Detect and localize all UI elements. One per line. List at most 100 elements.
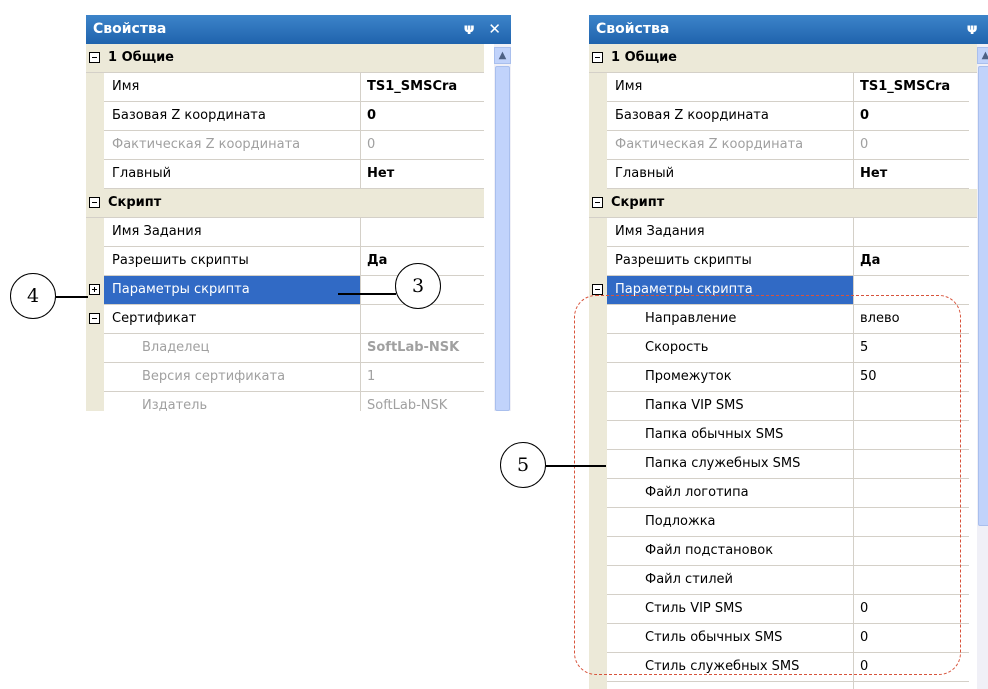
- property-row[interactable]: Имя Задания: [589, 218, 988, 247]
- property-name: Разрешить скрипты: [104, 247, 361, 276]
- property-row[interactable]: Базовая Z координата 0: [86, 102, 484, 131]
- scroll-thumb[interactable]: [495, 66, 510, 411]
- property-name: Имя Задания: [104, 218, 361, 247]
- property-row[interactable]: Базовая Z координата 0: [589, 102, 988, 131]
- row-gutter: [589, 247, 607, 276]
- category-row[interactable]: Скрипт: [589, 189, 988, 218]
- property-value[interactable]: [854, 218, 969, 247]
- property-name: Имя Задания: [607, 218, 854, 247]
- property-value[interactable]: TS1_SMSCra: [854, 73, 969, 102]
- property-row[interactable]: Сертификат: [589, 682, 988, 689]
- property-row[interactable]: Владелец SoftLab-NSK: [86, 334, 484, 363]
- collapse-icon[interactable]: [89, 52, 100, 63]
- property-value[interactable]: [854, 682, 969, 689]
- pin-icon[interactable]: ᴪ: [966, 15, 978, 44]
- property-value[interactable]: Нет: [854, 160, 969, 189]
- property-row[interactable]: Главный Нет: [589, 160, 988, 189]
- property-name: Имя: [104, 73, 361, 102]
- property-row[interactable]: Фактическая Z координата 0: [86, 131, 484, 160]
- property-value[interactable]: [361, 305, 484, 334]
- callout-3: 3: [395, 263, 441, 309]
- category-label: 1 Общие: [611, 50, 677, 65]
- property-name: Владелец: [104, 334, 361, 363]
- row-gutter: [589, 160, 607, 189]
- collapse-icon[interactable]: [592, 197, 603, 208]
- collapse-icon[interactable]: [89, 197, 100, 208]
- property-value[interactable]: Да: [854, 247, 969, 276]
- category-label: 1 Общие: [108, 50, 174, 65]
- callout-line-5: [546, 465, 606, 467]
- row-gutter: [86, 247, 104, 276]
- pin-icon[interactable]: ᴪ: [463, 15, 475, 44]
- property-row[interactable]: Разрешить скрипты Да: [589, 247, 988, 276]
- property-value[interactable]: 1: [361, 363, 484, 392]
- property-value[interactable]: SoftLab-NSK: [361, 334, 484, 363]
- property-value[interactable]: [361, 218, 484, 247]
- property-name: Разрешить скрипты: [607, 247, 854, 276]
- property-name: Фактическая Z координата: [607, 131, 854, 160]
- row-gutter: [589, 218, 607, 247]
- property-name: Издатель: [104, 392, 361, 411]
- property-name: Главный: [104, 160, 361, 189]
- row-gutter: [589, 73, 607, 102]
- property-row[interactable]: Издатель SoftLab-NSK: [86, 392, 484, 411]
- row-gutter: [589, 682, 607, 689]
- property-value[interactable]: 0: [854, 131, 969, 160]
- collapse-icon[interactable]: [592, 52, 603, 63]
- property-name: Базовая Z координата: [104, 102, 361, 131]
- property-row[interactable]: Имя TS1_SMSCra: [86, 73, 484, 102]
- property-row[interactable]: Главный Нет: [86, 160, 484, 189]
- scroll-up-button[interactable]: ▲: [977, 47, 988, 64]
- row-gutter: [86, 218, 104, 247]
- row-gutter: [589, 131, 607, 160]
- category-row[interactable]: 1 Общие: [589, 44, 988, 73]
- property-value[interactable]: 0: [361, 131, 484, 160]
- row-gutter: [86, 102, 104, 131]
- row-gutter: [86, 334, 104, 363]
- property-row[interactable]: Версия сертификата 1: [86, 363, 484, 392]
- callout-line-4: [56, 296, 88, 298]
- callout-line-3: [338, 293, 396, 295]
- highlight-box: [574, 295, 961, 675]
- callout-5: 5: [500, 442, 546, 488]
- row-gutter: [86, 73, 104, 102]
- property-row[interactable]: Сертификат: [86, 305, 484, 334]
- scroll-up-button[interactable]: ▲: [494, 47, 511, 64]
- category-row[interactable]: 1 Общие: [86, 44, 484, 73]
- property-row[interactable]: Имя TS1_SMSCra: [589, 73, 988, 102]
- panel-title: Свойства: [93, 21, 167, 37]
- property-name: Версия сертификата: [104, 363, 361, 392]
- property-name: Сертификат: [607, 682, 854, 689]
- category-row[interactable]: Скрипт: [86, 189, 484, 218]
- property-value[interactable]: TS1_SMSCra: [361, 73, 484, 102]
- property-value[interactable]: 0: [854, 102, 969, 131]
- callout-4: 4: [10, 273, 56, 319]
- property-name: Главный: [607, 160, 854, 189]
- row-gutter: [86, 160, 104, 189]
- property-value[interactable]: Нет: [361, 160, 484, 189]
- row-gutter: [589, 102, 607, 131]
- properties-panel-left: Свойства ᴪ ✕ 1 Общие Имя TS1_SMSCra Базовая…: [86, 15, 511, 411]
- row-gutter: [86, 363, 104, 392]
- property-name: Имя: [607, 73, 854, 102]
- expand-icon[interactable]: [89, 284, 100, 295]
- property-value[interactable]: SoftLab-NSK: [361, 392, 484, 411]
- row-gutter: [86, 131, 104, 160]
- property-grid: 1 Общие Имя TS1_SMSCra Базовая Z координата…: [86, 44, 484, 411]
- property-row[interactable]: Имя Задания: [86, 218, 484, 247]
- property-row[interactable]: Фактическая Z координата 0: [589, 131, 988, 160]
- property-name: Базовая Z координата: [607, 102, 854, 131]
- collapse-icon[interactable]: [89, 313, 100, 324]
- collapse-icon[interactable]: [592, 284, 603, 295]
- scroll-thumb[interactable]: [978, 66, 988, 526]
- panel-title: Свойства: [596, 21, 670, 37]
- panel-title-bar: Свойства ᴪ: [589, 15, 988, 44]
- panel-title-bar: Свойства ᴪ ✕: [86, 15, 511, 44]
- vertical-scrollbar[interactable]: ▲: [977, 44, 988, 689]
- close-icon[interactable]: ✕: [488, 15, 501, 44]
- property-name: Фактическая Z координата: [104, 131, 361, 160]
- property-value[interactable]: 0: [361, 102, 484, 131]
- vertical-scrollbar[interactable]: ▲: [494, 44, 511, 411]
- property-name: Сертификат: [104, 305, 361, 334]
- category-label: Скрипт: [108, 195, 162, 210]
